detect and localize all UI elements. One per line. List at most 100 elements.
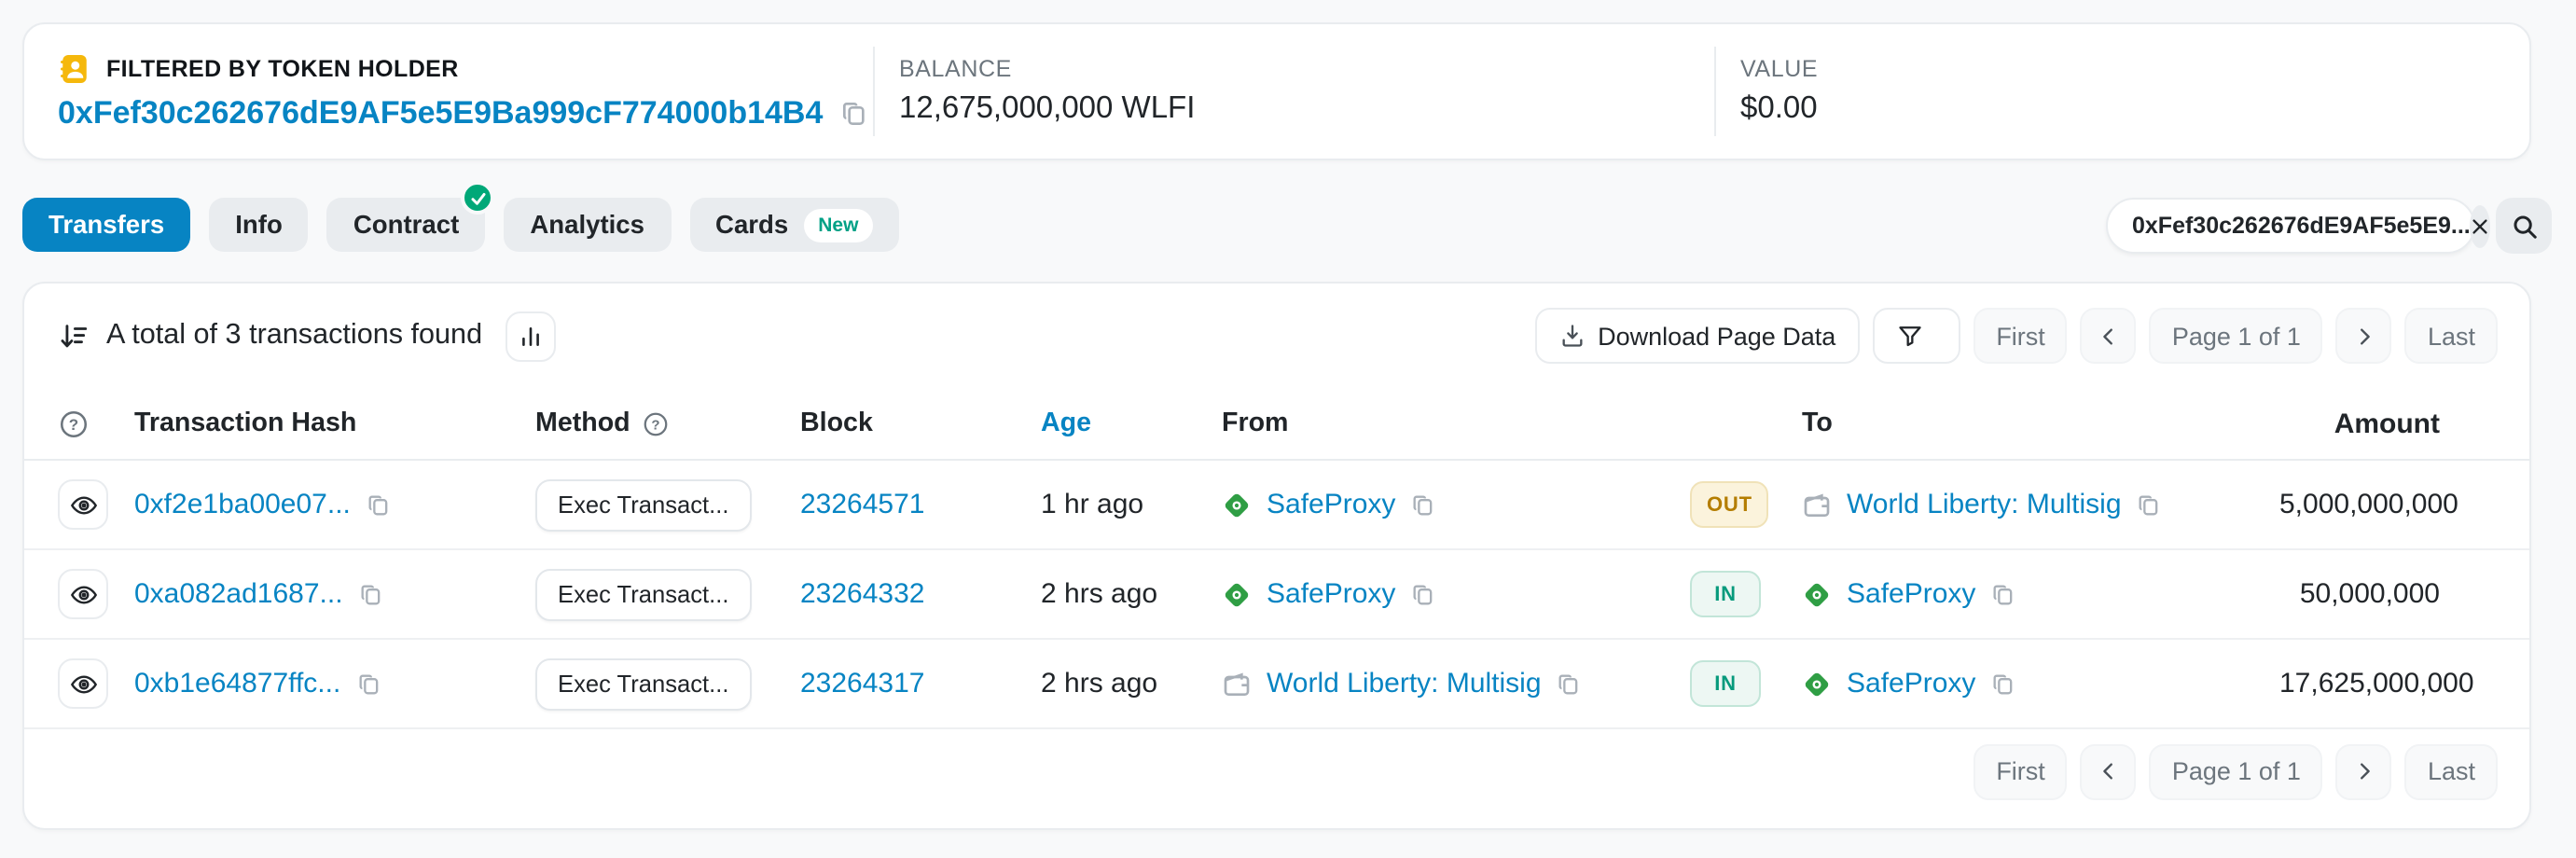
copy-icon[interactable] (1557, 671, 1583, 697)
eye-icon[interactable] (58, 479, 108, 530)
tab-info[interactable]: Info (209, 198, 309, 252)
next-page-icon[interactable] (2336, 308, 2392, 364)
pagination-top: First Page 1 of 1 Last (1974, 308, 2498, 364)
method-pill[interactable]: Exec Transact... (535, 478, 752, 531)
sort-descending-icon[interactable] (58, 320, 90, 352)
download-page-data-button[interactable]: Download Page Data (1534, 308, 1860, 364)
tab-cards-label: Cards (715, 211, 788, 239)
filter-title: FILTERED BY TOKEN HOLDER (106, 55, 459, 81)
prev-page-icon[interactable] (2081, 743, 2137, 799)
contract-verified-check-icon (461, 181, 494, 214)
amount-value: 17,625,000,000 (2279, 668, 2474, 699)
total-transactions-text: A total of 3 transactions found (106, 319, 482, 353)
safe-proxy-icon (1802, 669, 1832, 699)
tx-hash-link[interactable]: 0xb1e64877ffc... (134, 668, 340, 699)
copy-icon[interactable] (355, 671, 381, 697)
value-section: VALUE $0.00 (1716, 56, 2529, 127)
header-method: Method (535, 408, 630, 438)
tab-cards[interactable]: Cards New (689, 198, 899, 252)
to-address-link[interactable]: SafeProxy (1847, 578, 1975, 610)
amount-value: 50,000,000 (2300, 578, 2440, 610)
block-link[interactable]: 23264317 (800, 668, 925, 699)
search-filter-pill[interactable]: 0xFef30c262676dE9AF5e5E9... (2106, 198, 2475, 254)
table-row: 0xb1e64877ffc... Exec Transact... 232643… (24, 640, 2529, 729)
table-row: 0xf2e1ba00e07... Exec Transact... 232645… (24, 461, 2529, 550)
prev-page-icon[interactable] (2081, 308, 2137, 364)
to-address-link[interactable]: World Liberty: Multisig (1847, 489, 2122, 520)
table-row: 0xa082ad1687... Exec Transact... 2326433… (24, 550, 2529, 640)
last-page-button[interactable]: Last (2405, 743, 2498, 799)
copy-icon[interactable] (2137, 491, 2163, 518)
safe-proxy-icon (1222, 579, 1252, 609)
to-address-link[interactable]: SafeProxy (1847, 668, 1975, 699)
first-page-button[interactable]: First (1974, 308, 2068, 364)
value-label: VALUE (1740, 56, 2529, 82)
from-address-link[interactable]: SafeProxy (1267, 489, 1395, 520)
eye-icon[interactable] (58, 658, 108, 709)
balance-value: 12,675,000,000 WLFI (899, 91, 1714, 127)
tab-analytics[interactable]: Analytics (504, 198, 671, 252)
from-address-link[interactable]: World Liberty: Multisig (1267, 668, 1542, 699)
header-to: To (1802, 408, 2279, 438)
age-text: 1 hr ago (1041, 489, 1222, 520)
tab-transfers[interactable]: Transfers (22, 198, 190, 252)
direction-badge-in[interactable]: IN (1690, 660, 1761, 707)
pagination-bottom: First Page 1 of 1 Last (1974, 743, 2498, 799)
tab-contract[interactable]: Contract (327, 198, 485, 252)
method-pill[interactable]: Exec Transact... (535, 657, 752, 710)
tx-hash-link[interactable]: 0xf2e1ba00e07... (134, 489, 351, 520)
svg-text:?: ? (651, 416, 659, 432)
search-filter-value: 0xFef30c262676dE9AF5e5E9... (2132, 213, 2471, 239)
value-amount: $0.00 (1740, 91, 2529, 127)
token-holder-contact-icon (58, 51, 91, 85)
search-area: 0xFef30c262676dE9AF5e5E9... (2106, 198, 2552, 254)
block-link[interactable]: 23264571 (800, 489, 925, 520)
copy-icon[interactable] (366, 491, 392, 518)
direction-badge-out[interactable]: OUT (1690, 481, 1769, 528)
table-footer: First Page 1 of 1 Last (24, 729, 2529, 828)
copy-address-icon[interactable] (839, 98, 869, 128)
tx-hash-link[interactable]: 0xa082ad1687... (134, 578, 343, 610)
question-icon[interactable]: ? (642, 409, 670, 437)
copy-icon[interactable] (1990, 671, 2016, 697)
header-age-sort[interactable]: Age (1041, 408, 1222, 438)
safe-proxy-icon (1222, 490, 1252, 519)
filter-section: FILTERED BY TOKEN HOLDER 0xFef30c262676d… (24, 51, 873, 131)
tab-contract-label: Contract (353, 211, 459, 239)
copy-icon[interactable] (1990, 581, 2016, 607)
from-address-link[interactable]: SafeProxy (1267, 578, 1395, 610)
page-indicator: Page 1 of 1 (2150, 743, 2323, 799)
wallet-icon (1222, 669, 1252, 699)
next-page-icon[interactable] (2336, 743, 2392, 799)
balance-label: BALANCE (899, 56, 1714, 82)
copy-icon[interactable] (1410, 581, 1436, 607)
question-icon[interactable]: ? (58, 408, 134, 439)
header-from: From (1222, 408, 1690, 438)
header-block: Block (800, 408, 1041, 438)
block-link[interactable]: 23264332 (800, 578, 925, 610)
svg-text:?: ? (69, 415, 78, 433)
method-pill[interactable]: Exec Transact... (535, 568, 752, 620)
first-page-button[interactable]: First (1974, 743, 2068, 799)
transfers-card: A total of 3 transactions found Download… (22, 282, 2531, 830)
header-transaction-hash: Transaction Hash (134, 408, 535, 438)
balance-section: BALANCE 12,675,000,000 WLFI (875, 56, 1714, 127)
close-icon[interactable] (2471, 204, 2491, 247)
eye-icon[interactable] (58, 569, 108, 619)
age-text: 2 hrs ago (1041, 578, 1222, 610)
bar-chart-icon[interactable] (505, 311, 555, 361)
last-page-button[interactable]: Last (2405, 308, 2498, 364)
advanced-filter-button[interactable] (1873, 308, 1960, 364)
copy-icon[interactable] (358, 581, 384, 607)
wallet-icon (1802, 490, 1832, 519)
table-header-row: ? Transaction Hash Method ? Block Age Fr… (24, 388, 2529, 461)
copy-icon[interactable] (1410, 491, 1436, 518)
token-holder-filter-card: FILTERED BY TOKEN HOLDER 0xFef30c262676d… (22, 22, 2531, 160)
header-amount-sort[interactable]: Amount (2334, 408, 2440, 439)
search-icon[interactable] (2496, 198, 2552, 254)
token-holder-address-link[interactable]: 0xFef30c262676dE9AF5e5E9Ba999cF774000b14… (58, 94, 823, 131)
safe-proxy-icon (1802, 579, 1832, 609)
age-text: 2 hrs ago (1041, 668, 1222, 699)
direction-badge-in[interactable]: IN (1690, 571, 1761, 617)
table-toolbar: A total of 3 transactions found Download… (24, 284, 2529, 388)
